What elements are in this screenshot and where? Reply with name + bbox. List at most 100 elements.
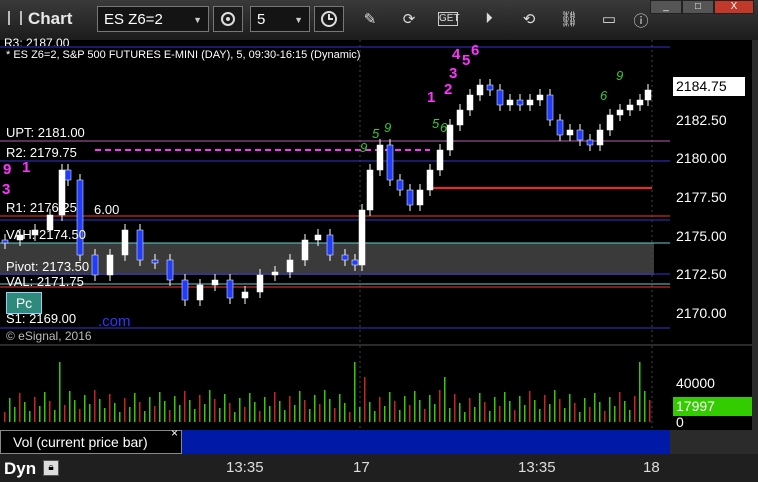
volume-bar xyxy=(209,390,211,422)
candle xyxy=(136,229,144,261)
volume-bar xyxy=(579,412,581,422)
volume-bar xyxy=(79,409,81,422)
marker-left-1: 1 xyxy=(22,159,31,176)
refresh-icon[interactable]: ⟳ xyxy=(398,10,420,28)
gear-icon xyxy=(221,12,235,26)
volume-bar xyxy=(164,401,166,422)
play-icon[interactable]: ⏵ xyxy=(478,10,500,27)
chart-header: * ES Z6=2, S&P 500 FUTURES E-MINI (DAY),… xyxy=(6,49,361,61)
volume-bar xyxy=(614,406,616,422)
interval-settings-button[interactable] xyxy=(213,6,243,32)
candle xyxy=(526,99,534,106)
volume-pane[interactable] xyxy=(0,346,670,430)
volume-bar xyxy=(9,398,11,422)
volume-bars xyxy=(4,362,651,422)
volume-bar xyxy=(404,396,406,422)
volume-bar xyxy=(624,401,626,422)
volume-bar xyxy=(609,397,611,422)
volume-bar xyxy=(19,393,21,422)
y-tick: 2182.50 xyxy=(676,112,727,128)
volume-bar xyxy=(304,400,306,422)
candle xyxy=(106,254,114,276)
candle xyxy=(166,259,174,281)
setup-count-green: 6 xyxy=(600,88,608,103)
volume-bar xyxy=(159,392,161,422)
vol-tick: 40000 xyxy=(676,375,715,391)
volume-bar xyxy=(464,412,466,422)
volume-bar xyxy=(329,399,331,422)
volume-bar xyxy=(54,410,56,422)
volume-bar xyxy=(214,399,216,422)
symbol-combo[interactable]: ES Z6=2 ▼ xyxy=(97,6,209,32)
volume-bar xyxy=(99,399,101,422)
volume-bar xyxy=(544,395,546,422)
volume-study-tab[interactable]: Vol (current price bar) xyxy=(0,430,182,454)
candle xyxy=(436,149,444,171)
pencil-icon[interactable]: ✎ xyxy=(359,10,381,28)
val-label: VAL: 2171.75 xyxy=(6,274,84,289)
vol-tick: 0 xyxy=(676,414,684,430)
r1-extra-label: 6.00 xyxy=(94,202,120,217)
maximize-button[interactable]: □ xyxy=(682,0,714,14)
close-study-icon[interactable]: × xyxy=(171,426,178,440)
volume-bar xyxy=(34,397,36,422)
volume-bar xyxy=(154,406,156,422)
volume-bar xyxy=(379,397,381,422)
volume-bar xyxy=(509,401,511,422)
current-volume-tag: 17997 xyxy=(673,397,752,416)
candle xyxy=(456,109,464,126)
volume-bar xyxy=(469,398,471,422)
volume-bar xyxy=(104,408,106,422)
minimize-button[interactable]: _ xyxy=(650,0,682,14)
info-icon[interactable]: ⓘ xyxy=(630,10,652,31)
candle xyxy=(476,84,484,96)
volume-bar xyxy=(294,405,296,422)
volume-bar xyxy=(204,404,206,422)
close-button[interactable]: X xyxy=(714,0,754,14)
candle xyxy=(636,99,644,106)
candle xyxy=(566,129,574,136)
time-axis-bar: Dyn 🔒︎ 13:35 17 13:35 18 xyxy=(0,454,758,482)
volume-bar xyxy=(354,362,356,422)
volume-bar xyxy=(289,396,291,422)
volume-bar xyxy=(494,397,496,422)
volume-bar xyxy=(244,407,246,422)
volume-bar xyxy=(94,390,96,422)
price-pane[interactable]: R3: 2187.00 * ES Z6=2, S&P 500 FUTURES E… xyxy=(0,36,670,344)
volume-bar xyxy=(199,395,201,422)
volume-bar xyxy=(429,395,431,422)
volume-study-label: Vol (current price bar) xyxy=(13,434,148,450)
time-template-button[interactable] xyxy=(314,6,344,32)
candle xyxy=(486,84,494,91)
drag-grip-icon[interactable] xyxy=(8,11,22,25)
volume-bar xyxy=(269,406,271,422)
current-price-tag: 2184.75 xyxy=(673,77,745,96)
comment-icon[interactable]: ▭ xyxy=(598,10,620,28)
y-tick: 2172.50 xyxy=(676,266,727,282)
volume-bar xyxy=(489,411,491,422)
volume-bar xyxy=(89,404,91,422)
candle xyxy=(341,254,349,261)
volume-bar xyxy=(69,391,71,422)
volume-bar xyxy=(474,407,476,422)
volume-bar xyxy=(359,407,361,422)
candle xyxy=(181,279,189,301)
r3-label: R3: 2187.00 xyxy=(4,36,70,46)
cycle-icon[interactable]: ⟲ xyxy=(518,10,540,28)
dynamic-label[interactable]: Dyn xyxy=(4,459,36,479)
candle xyxy=(211,279,219,286)
get-icon[interactable]: GET xyxy=(438,12,460,26)
link-icon[interactable]: ⛓ xyxy=(558,10,580,28)
setup-count-green: 5 xyxy=(372,126,380,141)
chevron-down-icon: ▼ xyxy=(193,15,202,25)
volume-bar xyxy=(524,405,526,422)
watermark-dotcom: .com xyxy=(98,313,131,330)
volume-bar xyxy=(299,391,301,422)
marker-left-edge: 3 xyxy=(2,181,11,198)
interval-combo[interactable]: 5 ▼ xyxy=(250,6,310,32)
candle xyxy=(576,129,584,141)
lock-icon[interactable]: 🔒︎ xyxy=(43,460,59,476)
y-tick: 2170.00 xyxy=(676,305,727,321)
volume-bar xyxy=(394,401,396,422)
volume-bar xyxy=(134,393,136,422)
